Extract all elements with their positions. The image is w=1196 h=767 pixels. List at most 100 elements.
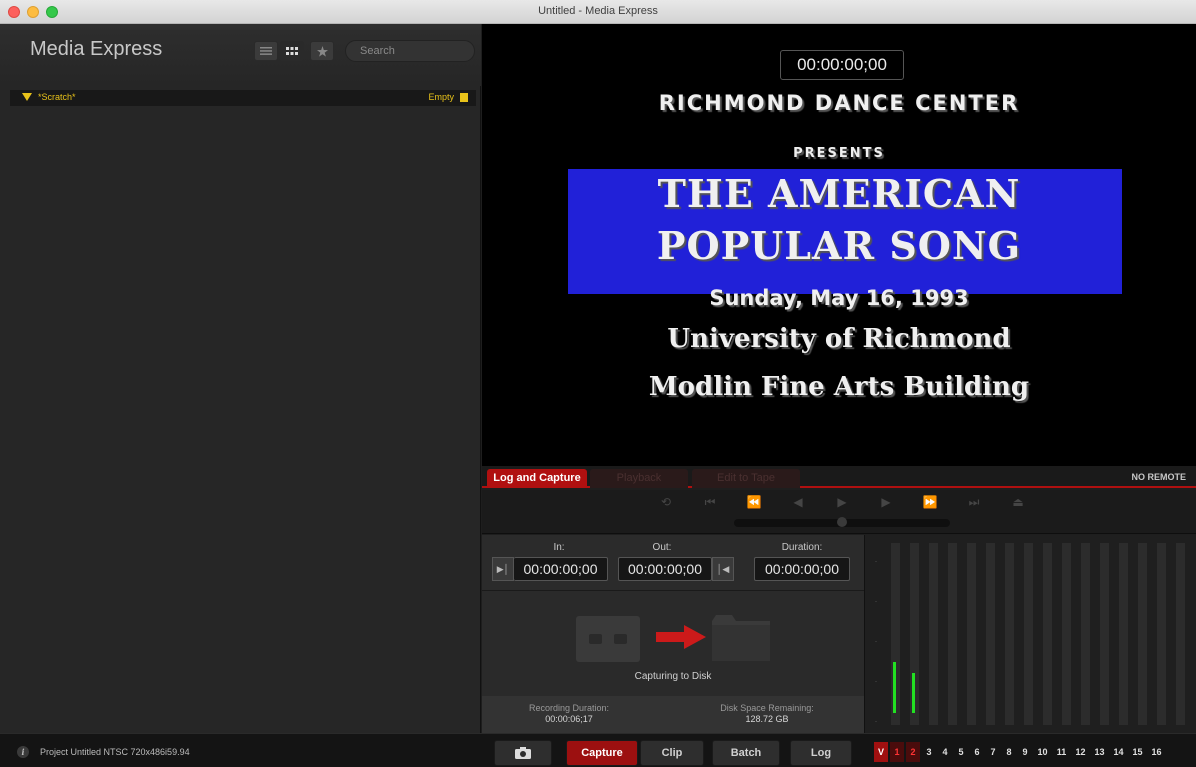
remote-status: NO REMOTE (1131, 472, 1186, 482)
channel-toggle-14[interactable]: 14 (1110, 742, 1127, 762)
app-name: Media Express (30, 38, 163, 60)
audio-meter-channel (1157, 543, 1166, 725)
jog-scrub-bar[interactable] (734, 517, 950, 527)
audio-meter-channel (967, 543, 976, 725)
log-button[interactable]: Log (790, 740, 852, 766)
audio-meter-channel (1024, 543, 1033, 725)
media-browser-header: Media Express (0, 24, 481, 86)
channel-toggle-v[interactable]: V (874, 742, 888, 762)
channel-toggle-9[interactable]: 9 (1018, 742, 1032, 762)
channel-toggle-11[interactable]: 11 (1053, 742, 1070, 762)
loop-icon[interactable]: ⟲ (656, 495, 676, 509)
capture-status-label: Capturing to Disk (634, 671, 712, 682)
jump-start-icon[interactable]: ⏮ (700, 495, 720, 509)
mark-out-button[interactable]: │◀ (712, 557, 734, 581)
meter-scale-tick: - (875, 639, 877, 645)
snapshot-button[interactable] (494, 740, 552, 766)
eject-icon[interactable]: ⏏ (1008, 495, 1028, 509)
audio-meter-channel (1138, 543, 1147, 725)
bin-status: Empty (428, 92, 454, 102)
video-text-line: PRESENTS (793, 146, 885, 161)
title-bar: Untitled - Media Express (0, 0, 1196, 24)
channel-toggle-10[interactable]: 10 (1034, 742, 1051, 762)
audio-meter-channel (1043, 543, 1052, 725)
channel-toggle-15[interactable]: 15 (1129, 742, 1146, 762)
tab-log-and-capture[interactable]: Log and Capture (487, 469, 587, 488)
batch-button[interactable]: Batch (712, 740, 780, 766)
video-text-line: Modlin Fine Arts Building (648, 372, 1030, 402)
meter-scale-tick: - (875, 679, 877, 685)
search-input[interactable] (346, 41, 474, 61)
transport-controls: ⟲ ⏮ ⏪ ◀ ▶ ▶ ⏩ ⏭ ⏏ (482, 490, 1196, 534)
mode-tabs: Log and Capture Playback Edit to Tape NO… (482, 466, 1196, 488)
channel-toggle-5[interactable]: 5 (954, 742, 968, 762)
video-text-line: Sunday, May 16, 1993 (709, 286, 969, 310)
camera-icon (515, 747, 531, 762)
disk-space: Disk Space Remaining: 128.72 GB (692, 703, 842, 725)
audio-meter-channel (948, 543, 957, 725)
channel-toggle-16[interactable]: 16 (1148, 742, 1165, 762)
channel-toggle-4[interactable]: 4 (938, 742, 952, 762)
channel-toggle-8[interactable]: 8 (1002, 742, 1016, 762)
grid-view-icon (286, 47, 298, 55)
tab-edit-to-tape[interactable]: Edit to Tape (692, 469, 800, 488)
channel-toggle-3[interactable]: 3 (922, 742, 936, 762)
fast-forward-icon[interactable]: ⏩ (920, 495, 940, 509)
audio-meter-channel (910, 543, 919, 725)
duration-label: Duration: (781, 542, 823, 553)
mark-in-button[interactable]: ▶│ (492, 557, 514, 581)
scratch-bin-row[interactable]: *Scratch* Empty (10, 90, 476, 106)
disk-space-value: 128.72 GB (745, 714, 789, 724)
in-timecode-field[interactable]: 00:00:00;00 (514, 557, 608, 581)
channel-toggle-7[interactable]: 7 (986, 742, 1000, 762)
capture-status-section: Capturing to Disk (482, 590, 864, 696)
info-icon[interactable]: i (17, 746, 29, 758)
audio-meter-channel (891, 543, 900, 725)
recording-duration: Recording Duration: 00:00:06;17 (494, 703, 644, 725)
log-timecode-section: In: Out: Duration: ▶│ 00:00:00;00 00:00:… (482, 535, 864, 590)
channel-toggle-12[interactable]: 12 (1072, 742, 1089, 762)
meter-scale-tick: - (875, 719, 877, 725)
meter-scale-tick: - (875, 559, 877, 565)
play-icon[interactable]: ▶ (832, 495, 852, 509)
timecode-display: 00:00:00;00 (780, 50, 904, 80)
bin-name: *Scratch* (38, 92, 76, 102)
out-label: Out: (652, 542, 672, 553)
recording-stats: Recording Duration: 00:00:06;17 Disk Spa… (482, 696, 864, 733)
audio-meter-level (912, 673, 915, 713)
jump-end-icon[interactable]: ⏭ (964, 495, 984, 509)
clip-button[interactable]: Clip (640, 740, 704, 766)
bottom-bar: i Project Untitled NTSC 720x486i59.94 Ca… (0, 733, 1196, 767)
tape-icon (576, 616, 640, 662)
media-express-window: Untitled - Media Express Media Express S… (0, 0, 1196, 767)
disclosure-triangle-icon[interactable] (22, 93, 32, 101)
tab-playback[interactable]: Playback (590, 469, 688, 488)
channel-toggle-6[interactable]: 6 (970, 742, 984, 762)
out-timecode-field[interactable]: 00:00:00;00 (618, 557, 712, 581)
favorites-button[interactable] (310, 41, 334, 61)
grid-view-button[interactable] (280, 41, 304, 61)
rewind-icon[interactable]: ⏪ (744, 495, 764, 509)
step-back-icon[interactable]: ◀ (788, 495, 808, 509)
capture-button[interactable]: Capture (566, 740, 638, 766)
bin-folder-icon (460, 93, 468, 102)
search-field[interactable] (345, 40, 475, 62)
recording-duration-label: Recording Duration: (528, 703, 610, 713)
recording-duration-value: 00:00:06;17 (545, 714, 593, 724)
channel-toggle-13[interactable]: 13 (1091, 742, 1108, 762)
list-view-button[interactable] (254, 41, 278, 61)
audio-meter-channel (986, 543, 995, 725)
duration-timecode-field: 00:00:00;00 (754, 557, 850, 581)
audio-meter-channel (1005, 543, 1014, 725)
star-icon (316, 45, 328, 57)
scrub-knob[interactable] (837, 517, 847, 527)
in-label: In: (553, 542, 565, 553)
disk-space-label: Disk Space Remaining: (720, 703, 814, 713)
disk-folder-icon (712, 615, 770, 661)
channel-toggle-2[interactable]: 2 (906, 742, 920, 762)
step-forward-icon[interactable]: ▶ (876, 495, 896, 509)
video-text-line: University of Richmond (667, 324, 1011, 354)
channel-toggle-1[interactable]: 1 (890, 742, 904, 762)
audio-meter-level (893, 662, 896, 713)
list-view-icon (260, 47, 272, 55)
